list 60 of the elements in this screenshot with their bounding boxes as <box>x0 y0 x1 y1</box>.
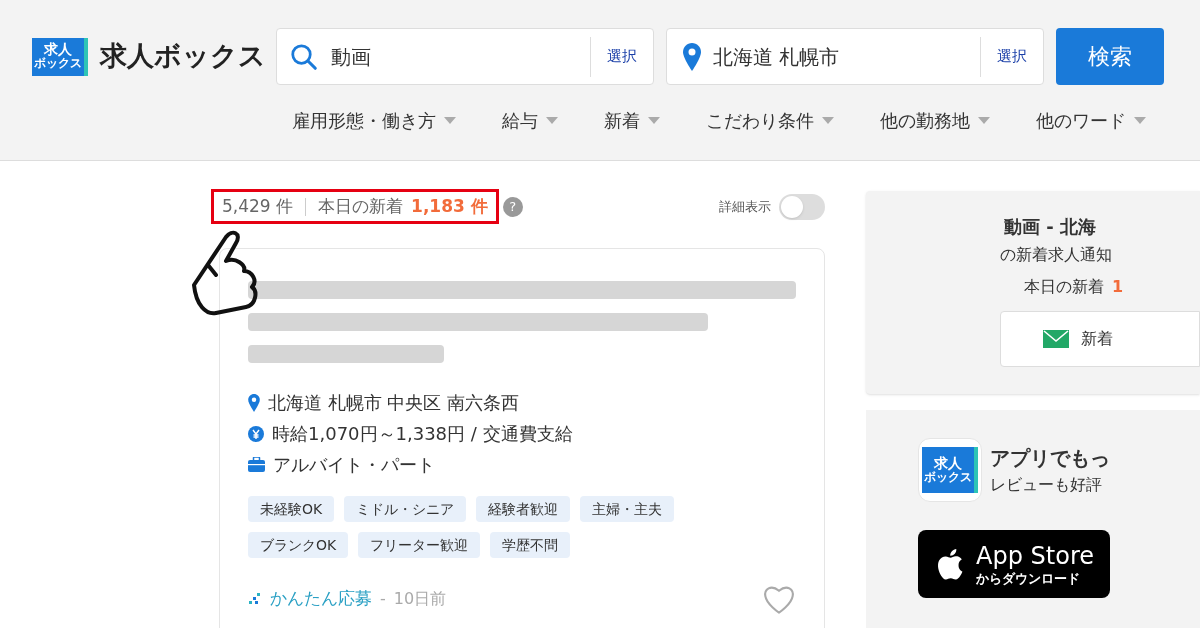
logo-text[interactable]: 求人ボックス <box>100 36 266 77</box>
job-tag: 主婦・主夫 <box>580 496 675 522</box>
job-tag: ミドル・シニア <box>344 496 467 522</box>
alert-title: 動画 - 北海 <box>1004 215 1097 239</box>
select-link[interactable]: 選択 <box>590 36 653 77</box>
location-pin-icon <box>683 42 701 71</box>
alert-today-count: 1 <box>1112 276 1124 298</box>
detail-toggle-label: 詳細表示 <box>719 197 771 216</box>
filter-dropdown[interactable]: 雇用形態・働き方 <box>292 107 456 134</box>
caret-icon <box>546 117 558 124</box>
logo-badge-subtext: ボックス <box>923 469 973 485</box>
caret-icon <box>444 117 456 124</box>
logo-badge-text: 求人 <box>44 42 72 56</box>
job-type: アルバイト・パート <box>273 453 435 477</box>
posted-age: 10日前 <box>393 588 447 610</box>
yen-icon <box>248 425 264 442</box>
store-title: App Store <box>976 543 1094 568</box>
job-tag: 経験者歓迎 <box>476 496 571 522</box>
app-promo-title: アプリでもっ <box>990 445 1110 472</box>
filter-dropdown[interactable]: こだわり条件 <box>706 107 834 134</box>
select-link[interactable]: 選択 <box>980 36 1043 77</box>
job-tag: ブランクOK <box>248 532 349 558</box>
total-count: 5,429 件 <box>222 194 294 218</box>
keyword-field[interactable]: 動画 選択 <box>276 28 654 85</box>
location-field[interactable]: 北海道 札幌市 選択 <box>666 28 1044 85</box>
job-tag: 未経験OK <box>248 496 335 522</box>
search-button[interactable]: 検索 <box>1056 28 1164 85</box>
location-pin-icon <box>248 393 260 412</box>
detail-toggle[interactable] <box>779 193 825 220</box>
caret-icon <box>1134 117 1146 124</box>
today-label: 本日の新着 <box>318 194 404 218</box>
job-tag: 学歴不問 <box>490 532 571 558</box>
search-icon <box>289 41 319 72</box>
job-card[interactable]: 北海道 札幌市 中央区 南六条西 時給1,070円～1,338円 / 交通費支給 アルバイト・パート 未経験OK ミドル・シニア 経験者歓迎 主婦・主夫 ブランクOK フリーター歓迎 学歴不問 かんたん応募 - 10日前 <box>219 248 825 628</box>
easy-apply-icon <box>248 592 262 606</box>
store-subtitle: からダウンロード <box>976 571 1081 585</box>
filter-dropdown[interactable]: 他のワード <box>1036 107 1146 134</box>
job-salary: 時給1,070円～1,338円 / 交通費支給 <box>272 422 573 446</box>
logo-badge-text: 求人 <box>934 455 962 470</box>
keyword-value: 動画 <box>331 43 372 71</box>
logo-badge-subtext: ボックス <box>33 56 83 71</box>
separator-text: - <box>380 588 386 610</box>
new-job-mail-button[interactable]: 新着 <box>1000 311 1200 367</box>
location-value: 北海道 札幌市 <box>713 43 841 71</box>
envelope-icon <box>1043 330 1069 348</box>
app-promo-subtitle: レビューも好評 <box>990 474 1103 496</box>
filter-dropdown[interactable]: 給与 <box>502 107 558 134</box>
caret-icon <box>978 117 990 124</box>
alert-subtitle: の新着求人通知 <box>1000 244 1113 266</box>
briefcase-icon <box>248 457 265 472</box>
today-count: 1,183 件 <box>411 194 488 218</box>
caret-icon <box>822 117 834 124</box>
job-location: 北海道 札幌市 中央区 南六条西 <box>268 391 520 415</box>
filter-dropdown[interactable]: 新着 <box>604 107 660 134</box>
caret-icon <box>648 117 660 124</box>
filter-dropdown[interactable]: 他の勤務地 <box>880 107 990 134</box>
heart-icon[interactable] <box>762 584 796 614</box>
app-store-button[interactable]: App Store からダウンロード <box>918 530 1110 598</box>
alert-today-label: 本日の新着 <box>1024 276 1104 298</box>
job-tag: フリーター歓迎 <box>358 532 481 558</box>
